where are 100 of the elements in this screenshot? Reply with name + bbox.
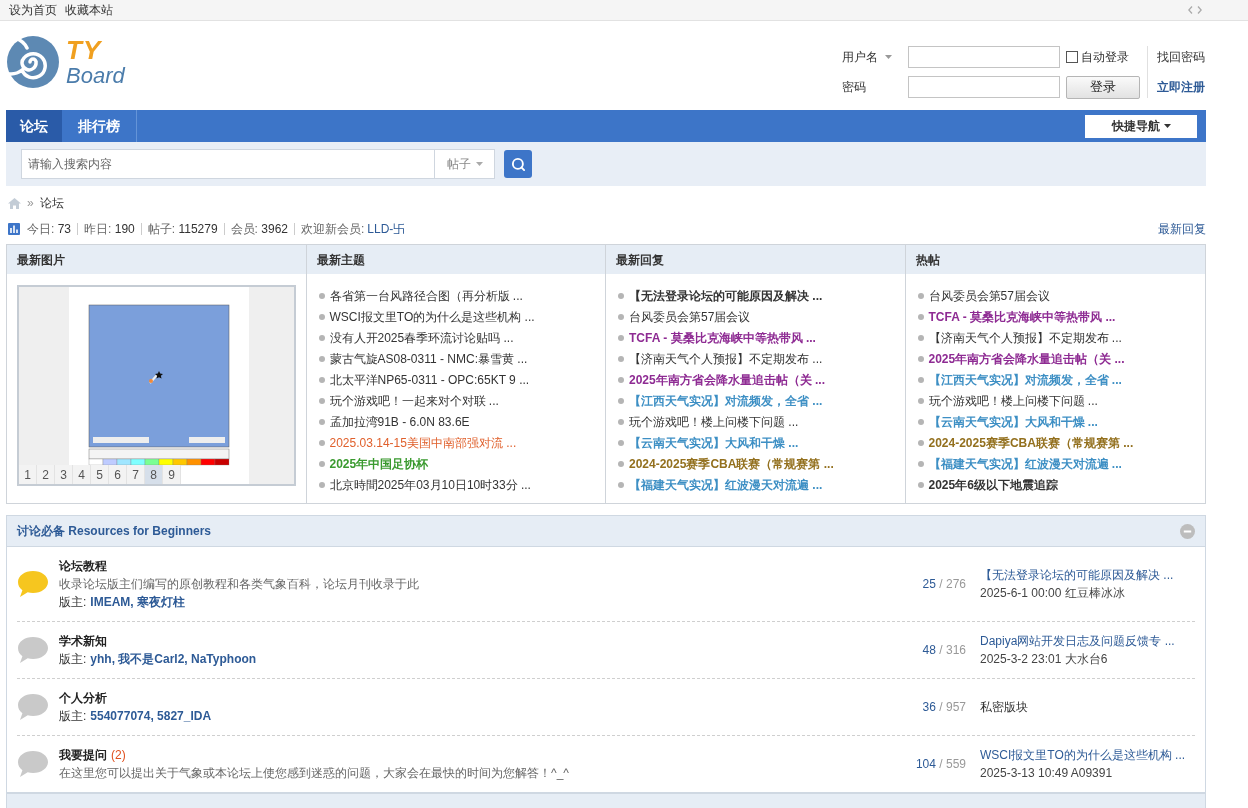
nav-tab[interactable]: 论坛 bbox=[6, 110, 62, 142]
page-number[interactable]: 8 bbox=[145, 465, 163, 484]
topic-post-count: 104 / 559 bbox=[915, 756, 966, 773]
bullet-icon bbox=[618, 334, 624, 341]
latest-replies-link[interactable]: 最新回复 bbox=[1158, 220, 1206, 238]
forum-title[interactable]: 个人分析 bbox=[59, 689, 107, 707]
bullet-icon bbox=[917, 376, 924, 383]
bullet-icon bbox=[618, 439, 624, 446]
thread-link[interactable]: 2025年南方省会降水量追击帖（关 ... bbox=[928, 349, 1125, 368]
topic-post-count: 48 / 316 bbox=[922, 642, 966, 659]
today-post-count: (2) bbox=[111, 747, 126, 764]
panel-header: 热帖 bbox=[905, 245, 1205, 274]
page-number[interactable]: 1 bbox=[19, 465, 37, 484]
top-link[interactable]: 设为首页 bbox=[9, 2, 57, 18]
thread-link[interactable]: 【江西天气实况】对流频发，全省 ... bbox=[629, 391, 823, 410]
login-link[interactable]: 立即注册 bbox=[1157, 76, 1205, 98]
left-right-chevrons-icon[interactable] bbox=[1188, 6, 1202, 14]
login-button[interactable]: 登录 bbox=[1066, 75, 1140, 99]
bullet-icon bbox=[318, 439, 325, 446]
moderator-links[interactable]: yhh, 我不是Carl2, NaTyphoon bbox=[90, 650, 257, 668]
bullet-icon bbox=[917, 355, 924, 362]
bullet-icon bbox=[618, 397, 624, 404]
new-member-label: 欢迎新会员: bbox=[301, 221, 365, 238]
thread-link[interactable]: 2024-2025赛季CBA联赛（常规赛第 ... bbox=[928, 433, 1134, 452]
thread-link[interactable]: 玩个游戏吧！楼上问楼下问题 ... bbox=[928, 391, 1098, 410]
thread-link[interactable]: 各省第一台风路径合图（再分析版 ... bbox=[329, 286, 523, 305]
username-field[interactable] bbox=[908, 46, 1060, 68]
page-number[interactable]: 9 bbox=[163, 465, 181, 484]
breadcrumb-link[interactable]: 论坛 bbox=[39, 194, 64, 212]
bullet-icon bbox=[917, 418, 924, 425]
thread-link[interactable]: 【福建天气实况】红波漫天对流遍 ... bbox=[928, 454, 1122, 473]
search-field[interactable]: 请输入搜索内容 bbox=[21, 149, 434, 179]
moderator-label: 版主: bbox=[59, 651, 87, 668]
thread-link[interactable]: 【江西天气实况】对流频发，全省 ... bbox=[928, 370, 1122, 389]
last-post-link[interactable]: Dapiya网站开发日志及问题反馈专 ... bbox=[980, 632, 1195, 650]
bullet-icon bbox=[917, 460, 924, 467]
thread-link[interactable]: 2025年南方省会降水量追击帖（关 ... bbox=[629, 370, 826, 389]
thread-link[interactable]: 北太平洋NP65-0311 - OPC:65KT 9 ... bbox=[329, 370, 530, 389]
moderator-links[interactable]: 554077074, 5827_IDA bbox=[90, 707, 212, 725]
bullet-icon bbox=[318, 313, 325, 320]
thread-link[interactable]: 玩个游戏吧！楼上问楼下问题 ... bbox=[629, 412, 799, 431]
password-label: 密码 bbox=[842, 79, 866, 96]
bullet-icon bbox=[618, 292, 624, 299]
thread-link[interactable]: 蒙古气旋AS08-0311 - NMC:暴雪黄 ... bbox=[329, 349, 528, 368]
thread-link[interactable]: 台风委员会第57届会议 bbox=[928, 286, 1050, 305]
bullet-icon bbox=[318, 355, 325, 362]
thread-link[interactable]: 【云南天气实况】大风和干燥 ... bbox=[928, 412, 1098, 431]
thread-link[interactable]: 没有人开2025春季环流讨论贴吗 ... bbox=[329, 328, 514, 347]
checkbox[interactable] bbox=[1066, 51, 1078, 63]
thread-link[interactable]: 【福建天气实况】红波漫天对流遍 ... bbox=[629, 475, 823, 494]
thread-link[interactable]: 2024-2025赛季CBA联赛（常规赛第 ... bbox=[629, 454, 834, 473]
map-image[interactable]: 1 2 3 4 5 6 7 8 9 bbox=[17, 285, 296, 486]
bar-chart-icon bbox=[8, 223, 20, 235]
thread-link[interactable]: 【无法登录论坛的可能原因及解决 ... bbox=[629, 286, 823, 305]
forum-title[interactable]: 我要提问 bbox=[59, 746, 107, 764]
password-field[interactable] bbox=[908, 76, 1060, 98]
page-number[interactable]: 5 bbox=[91, 465, 109, 484]
thread-link[interactable]: 【济南天气个人预报】不定期发布 ... bbox=[928, 328, 1122, 347]
page-number[interactable]: 4 bbox=[73, 465, 91, 484]
page-number[interactable]: 2 bbox=[37, 465, 55, 484]
caret-icon bbox=[1163, 124, 1171, 128]
topic-post-count: 25 / 276 bbox=[922, 576, 966, 593]
moderator-links[interactable]: IMEAM, 寒夜灯柱 bbox=[90, 593, 185, 611]
thread-link[interactable]: 孟加拉湾91B - 6.0N 83.6E bbox=[329, 412, 470, 431]
bullet-icon bbox=[618, 313, 624, 320]
forum-title[interactable]: 学术新知 bbox=[59, 632, 107, 650]
thread-link[interactable]: TCFA - 莫桑比克海峡中等热带风 ... bbox=[928, 307, 1116, 326]
bullet-icon bbox=[917, 439, 924, 446]
thread-link[interactable]: WSCI报文里TO的为什么是这些机构 ... bbox=[329, 307, 535, 326]
logo-text: TY bbox=[66, 37, 103, 63]
forum-description: 在这里您可以提出关于气象或本论坛上使您感到迷惑的问题，大家会在最快的时间为您解答！^_^ bbox=[59, 765, 570, 782]
page-number[interactable]: 7 bbox=[127, 465, 145, 484]
bullet-icon bbox=[917, 292, 924, 299]
page-number[interactable]: 3 bbox=[55, 465, 73, 484]
page-number[interactable]: 6 bbox=[109, 465, 127, 484]
thread-link[interactable]: 【济南天气个人预报】不定期发布 ... bbox=[629, 349, 823, 368]
search-type-dropdown[interactable]: 帖子 bbox=[434, 149, 495, 179]
thread-link[interactable]: 2025年6级以下地震追踪 bbox=[928, 475, 1058, 494]
bullet-icon bbox=[917, 481, 924, 488]
thread-link[interactable]: 【云南天气实况】大风和干燥 ... bbox=[629, 433, 799, 452]
search-button[interactable] bbox=[504, 150, 532, 178]
thread-link[interactable]: 2025.03.14-15美国中南部强对流 ... bbox=[329, 433, 517, 452]
topic-post-count: 36 / 957 bbox=[922, 699, 966, 716]
caret-icon bbox=[475, 162, 483, 166]
thread-link[interactable]: TCFA - 莫桑比克海峡中等热带风 ... bbox=[629, 328, 816, 347]
collapse-icon[interactable] bbox=[1180, 523, 1195, 539]
home-icon[interactable] bbox=[8, 197, 21, 209]
top-link[interactable]: 收藏本站 bbox=[65, 2, 113, 18]
login-link[interactable]: 找回密码 bbox=[1157, 46, 1205, 68]
last-post-link[interactable]: 【无法登录论坛的可能原因及解决 ... bbox=[980, 566, 1195, 584]
quick-nav-button[interactable]: 快捷导航 bbox=[1085, 114, 1197, 138]
thread-link[interactable]: 2025年中国足协杯 bbox=[329, 454, 429, 473]
forum-title[interactable]: 论坛教程 bbox=[59, 557, 107, 575]
new-member-link[interactable]: LLD-卐 bbox=[367, 220, 406, 238]
section-title[interactable]: 讨论必备 Resources for Beginners bbox=[17, 522, 212, 540]
panel-header: 最新图片 bbox=[7, 245, 306, 274]
thread-link[interactable]: 北京時間2025年03月10日10时33分 ... bbox=[329, 475, 531, 494]
thread-link[interactable]: 玩个游戏吧！一起来对个对联 ... bbox=[329, 391, 499, 410]
thread-link[interactable]: 台风委员会第57届会议 bbox=[629, 307, 751, 326]
last-post-link[interactable]: WSCI报文里TO的为什么是这些机构 ... bbox=[980, 746, 1195, 764]
